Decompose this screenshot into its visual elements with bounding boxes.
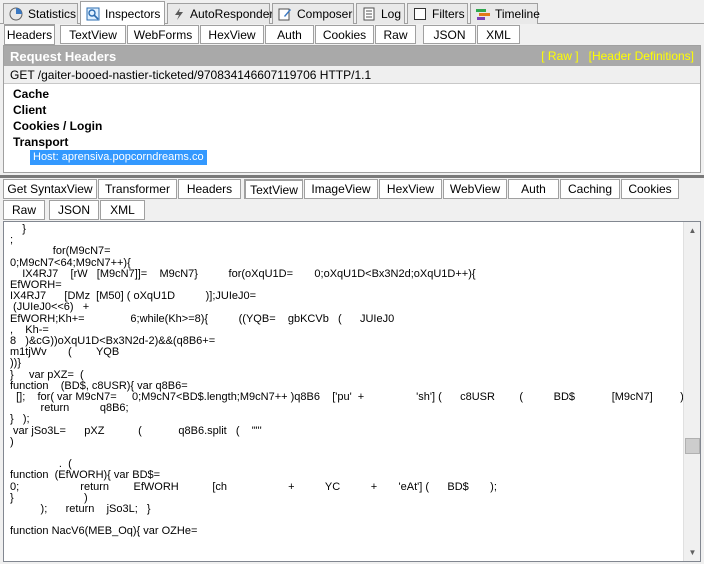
tab-filters[interactable]: Filters bbox=[407, 3, 468, 24]
header-tree: Cache Client Cookies / Login Transport H… bbox=[4, 84, 700, 166]
vertical-scrollbar[interactable]: ▲ ▼ bbox=[683, 222, 700, 561]
tab-composer[interactable]: Composer bbox=[272, 3, 354, 24]
request-tab-json[interactable]: JSON bbox=[423, 25, 476, 44]
response-tab-hexview[interactable]: HexView bbox=[379, 179, 442, 199]
header-group-cookies-login[interactable]: Cookies / Login bbox=[4, 118, 700, 134]
header-item-host[interactable]: Host: aprensiva.popcorndreams.co bbox=[30, 150, 207, 165]
response-tab-caching[interactable]: Caching bbox=[560, 179, 620, 199]
scroll-down-arrow-icon[interactable]: ▼ bbox=[684, 544, 700, 561]
header-group-cache[interactable]: Cache bbox=[4, 86, 700, 102]
tab-label: Statistics bbox=[28, 7, 77, 21]
request-tab-raw[interactable]: Raw bbox=[375, 25, 416, 44]
request-tab-textview[interactable]: TextView bbox=[60, 25, 126, 44]
response-tab-webview[interactable]: WebView bbox=[443, 179, 507, 199]
response-tab-raw[interactable]: Raw bbox=[3, 200, 45, 220]
checkbox-icon bbox=[412, 6, 428, 22]
response-tab-strip-row2: Raw JSON XML bbox=[0, 199, 704, 220]
response-tab-get-syntaxview[interactable]: Get SyntaxView bbox=[3, 179, 97, 199]
raw-link[interactable]: [ Raw ] bbox=[541, 49, 578, 63]
request-tab-strip: Headers TextView WebForms HexView Auth C… bbox=[0, 24, 704, 45]
response-tab-cookies[interactable]: Cookies bbox=[621, 179, 679, 199]
tab-inspectors[interactable]: Inspectors bbox=[80, 1, 165, 25]
lightning-icon bbox=[172, 6, 186, 22]
tab-label: Filters bbox=[432, 7, 465, 21]
request-tab-cookies[interactable]: Cookies bbox=[315, 25, 374, 44]
main-tab-strip: Statistics Inspectors AutoResponder Comp… bbox=[0, 0, 704, 25]
tab-timeline[interactable]: Timeline bbox=[470, 3, 540, 24]
response-body-text[interactable]: } ; for(M9cN7= 0;M9cN7<64;M9cN7++){ IX4R… bbox=[10, 223, 697, 538]
request-tab-xml[interactable]: XML bbox=[477, 25, 520, 44]
request-tab-headers[interactable]: Headers bbox=[4, 24, 55, 45]
header-definitions-link[interactable]: [Header Definitions] bbox=[589, 49, 694, 63]
request-headers-pane: Request Headers [ Raw ] [Header Definiti… bbox=[3, 45, 701, 173]
response-tab-json[interactable]: JSON bbox=[49, 200, 99, 220]
response-tab-strip-row1: Get SyntaxView Transformer Headers TextV… bbox=[0, 178, 704, 199]
log-icon bbox=[361, 6, 377, 22]
response-tab-xml[interactable]: XML bbox=[100, 200, 145, 220]
response-tab-auth[interactable]: Auth bbox=[508, 179, 559, 199]
response-textview[interactable]: } ; for(M9cN7= 0;M9cN7<64;M9cN7++){ IX4R… bbox=[3, 221, 701, 562]
tab-statistics[interactable]: Statistics bbox=[3, 3, 78, 24]
response-tab-headers[interactable]: Headers bbox=[178, 179, 241, 199]
header-group-transport[interactable]: Transport bbox=[4, 134, 700, 150]
tab-autoresponder[interactable]: AutoResponder bbox=[167, 3, 274, 24]
request-headers-title: Request Headers bbox=[10, 48, 117, 64]
composer-icon bbox=[277, 6, 293, 22]
request-tab-auth[interactable]: Auth bbox=[265, 25, 314, 44]
request-tab-hexview[interactable]: HexView bbox=[200, 25, 264, 44]
timeline-icon bbox=[475, 6, 491, 22]
response-tab-textview[interactable]: TextView bbox=[244, 179, 303, 199]
response-tab-imageview[interactable]: ImageView bbox=[304, 179, 378, 199]
inspectors-icon bbox=[85, 6, 101, 22]
statistics-icon bbox=[8, 6, 24, 22]
tab-label: Log bbox=[381, 7, 402, 21]
scrollbar-thumb[interactable] bbox=[685, 438, 700, 454]
tab-log[interactable]: Log bbox=[356, 3, 405, 24]
scroll-up-arrow-icon[interactable]: ▲ bbox=[684, 222, 700, 239]
tab-label: Inspectors bbox=[105, 6, 161, 21]
tab-label: AutoResponder bbox=[190, 7, 274, 21]
tab-label: Timeline bbox=[495, 7, 540, 21]
header-group-client[interactable]: Client bbox=[4, 102, 700, 118]
response-tab-transformer[interactable]: Transformer bbox=[98, 179, 177, 199]
request-line: GET /gaiter-booed-nastier-ticketed/97083… bbox=[4, 66, 700, 84]
tab-label: Composer bbox=[297, 7, 353, 21]
request-headers-title-bar: Request Headers [ Raw ] [Header Definiti… bbox=[4, 46, 700, 66]
request-tab-webforms[interactable]: WebForms bbox=[127, 25, 199, 44]
